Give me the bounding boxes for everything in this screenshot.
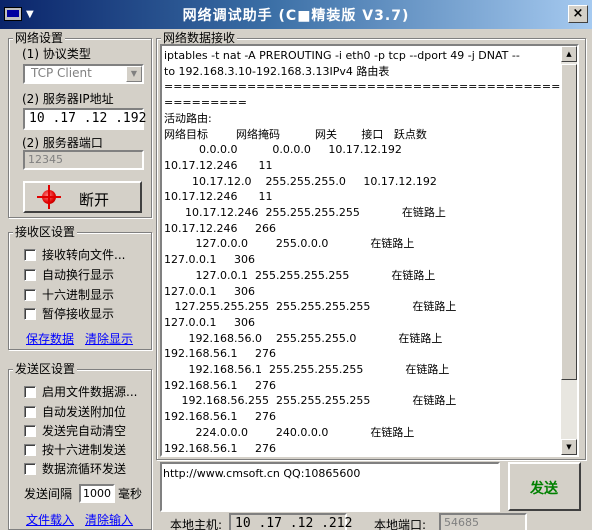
checkbox-box[interactable]: [24, 424, 36, 437]
receive-line: 10.17.12.246 266: [164, 221, 276, 235]
local-port-field: 54685: [439, 513, 527, 530]
receive-line: 网络目标 网络掩码 网关 接口 跃点数: [164, 127, 427, 141]
clear-input-link[interactable]: 清除输入: [85, 511, 133, 528]
send-interval-input[interactable]: 1000: [79, 484, 115, 503]
receive-line: 192.168.56.1 255.255.255.255 在链路上: [164, 363, 450, 377]
receive-line: 224.0.0.0 240.0.0.0 在链路上: [164, 425, 415, 439]
receive-line: 192.168.56.0 255.255.255.0 在链路上: [164, 331, 443, 345]
receive-line: 192.168.56.255 255.255.255.255 在链路上: [164, 394, 457, 408]
server-ip-input[interactable]: 10 .17 .12 .192: [23, 108, 146, 130]
receive-line: 127.0.0.1 306: [164, 284, 255, 298]
receive-content: iptables -t nat -A PREROUTING -i eth0 -p…: [164, 48, 577, 455]
send-textarea[interactable]: http://www.cmsoft.cn QQ:10865600: [160, 462, 500, 512]
checkbox-auto-clear[interactable]: 发送完自动清空: [24, 422, 126, 439]
receive-line: 127.0.0.1 306: [164, 315, 255, 329]
group-title: 接收区设置: [13, 225, 78, 239]
receive-line: 0.0.0.0 0.0.0.0 10.17.12.192: [164, 143, 402, 157]
title-bar: ▼ 网络调试助手 (C■精装版 V3.7) ×: [0, 0, 592, 29]
checkbox-loop-send[interactable]: 数据流循环发送: [24, 460, 126, 477]
chevron-down-icon[interactable]: ▼: [126, 66, 142, 82]
checkbox-hex-display[interactable]: 十六进制显示: [24, 286, 114, 303]
receive-line: 10.17.12.0 255.255.255.0 10.17.12.192: [164, 174, 437, 188]
receive-line: 192.168.56.1 276: [164, 378, 276, 392]
checkbox-auto-append[interactable]: 自动发送附加位: [24, 403, 126, 420]
checkbox-hex-send[interactable]: 按十六进制发送: [24, 441, 126, 458]
receive-line: iptables -t nat -A PREROUTING -i eth0 -p…: [164, 49, 520, 62]
window-title: 网络调试助手 (C■精装版 V3.7): [182, 8, 410, 24]
local-port-label: 本地端口:: [374, 518, 427, 530]
receive-line: 192.168.56.1 276: [164, 347, 276, 361]
connect-button[interactable]: 断开: [23, 181, 142, 213]
checkbox-box[interactable]: [24, 288, 36, 301]
checkbox-file-source[interactable]: 启用文件数据源...: [24, 383, 137, 400]
receive-line: =========: [164, 96, 247, 110]
checkbox-box[interactable]: [24, 462, 36, 475]
checkbox-box[interactable]: [24, 443, 36, 456]
checkbox-box[interactable]: [24, 385, 36, 398]
checkbox-auto-wrap[interactable]: 自动换行显示: [24, 266, 114, 283]
receive-line: 127.0.0.1 255.255.255.255 在链路上: [164, 268, 436, 282]
server-ip-label: (2) 服务器IP地址: [22, 92, 114, 106]
scroll-thumb[interactable]: [561, 64, 577, 380]
local-host-ip: 10 .17 .12 .212: [229, 513, 352, 530]
checkbox-box[interactable]: [24, 268, 36, 281]
receive-line: 活动路由:: [164, 111, 212, 125]
receive-line: 10.17.12.246 11: [164, 190, 273, 204]
checkbox-box[interactable]: [24, 248, 36, 261]
group-title: 发送区设置: [13, 362, 78, 376]
server-port-label: (2) 服务器端口: [22, 136, 103, 150]
receive-textarea[interactable]: iptables -t nat -A PREROUTING -i eth0 -p…: [160, 44, 579, 457]
checkbox-receive-to-file[interactable]: 接收转向文件...: [24, 246, 125, 263]
group-title: 网络设置: [13, 31, 66, 45]
protocol-select[interactable]: TCP Client ▼: [23, 64, 144, 84]
checkbox-box[interactable]: [24, 405, 36, 418]
vertical-scrollbar[interactable]: ▲ ▼: [561, 46, 577, 455]
save-data-link[interactable]: 保存数据: [26, 330, 74, 347]
receive-line: 127.0.0.0 255.0.0.0 在链路上: [164, 237, 415, 251]
receive-line: 127.0.0.1 306: [164, 253, 255, 267]
status-led-icon: [37, 185, 61, 209]
receive-line: 192.168.56.1 276: [164, 441, 276, 455]
close-button[interactable]: ×: [568, 5, 588, 23]
receive-line: ========================================…: [164, 80, 577, 94]
send-button[interactable]: 发送: [508, 462, 581, 511]
protocol-label: (1) 协议类型: [22, 47, 91, 61]
clear-display-link[interactable]: 清除显示: [85, 330, 133, 347]
receive-line: 10.17.12.246 11: [164, 158, 273, 172]
send-interval-label: 发送间隔: [24, 487, 73, 501]
receive-line: to 192.168.3.10-192.168.3.13IPv4 路由表: [164, 64, 390, 78]
group-title: 网络数据接收: [161, 31, 238, 45]
load-file-link[interactable]: 文件载入: [26, 511, 74, 528]
receive-line: 127.255.255.255 255.255.255.255 在链路上: [164, 300, 457, 314]
checkbox-box[interactable]: [24, 307, 36, 320]
receive-line: 10.17.12.246 255.255.255.255 在链路上: [164, 206, 446, 220]
scroll-up-button[interactable]: ▲: [561, 46, 577, 62]
scroll-down-button[interactable]: ▼: [561, 439, 577, 455]
local-host-label: 本地主机:: [170, 518, 223, 530]
server-port-input[interactable]: 12345: [23, 150, 144, 170]
checkbox-pause-receive[interactable]: 暂停接收显示: [24, 305, 114, 322]
send-interval-unit: 毫秒: [118, 487, 143, 501]
receive-line: 192.168.56.1 276: [164, 410, 276, 424]
